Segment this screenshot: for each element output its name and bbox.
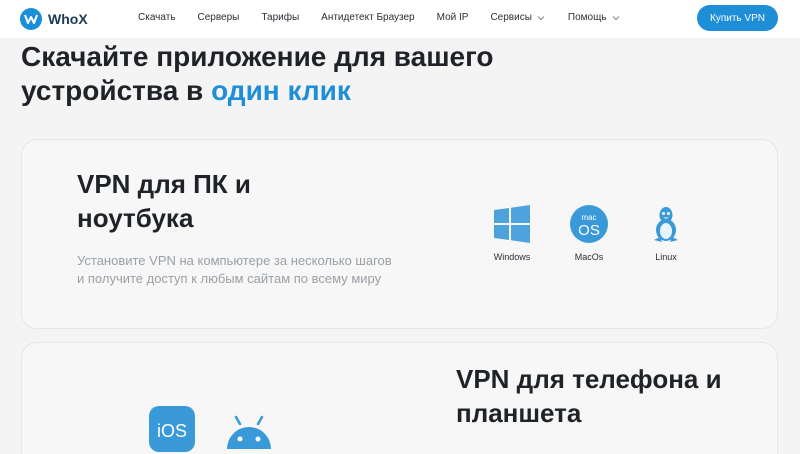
android-icon <box>227 415 271 449</box>
platform-label: Windows <box>493 252 531 262</box>
whox-logo-icon <box>20 8 42 30</box>
svg-text:OS: OS <box>578 222 600 239</box>
nav-item-services[interactable]: Сервисы <box>490 12 545 23</box>
nav-label: Тарифы <box>261 12 300 23</box>
nav-label: Скачать <box>138 12 176 23</box>
nav-item-pricing[interactable]: Тарифы <box>261 12 299 23</box>
platform-label: MacOs <box>574 252 604 262</box>
brand-logo[interactable]: WhoX <box>20 8 88 30</box>
nav-label: Сервисы <box>490 12 532 23</box>
buy-vpn-button[interactable]: Купить VPN <box>697 5 778 31</box>
nav-label: Антидетект Браузер <box>321 12 415 23</box>
nav-label: Мой IP <box>436 12 469 23</box>
svg-text:mac: mac <box>581 213 596 222</box>
mobile-vpn-card: VPN для телефона и планшета iOS <box>21 342 778 454</box>
nav-item-download[interactable]: Скачать <box>138 12 176 23</box>
chevron-down-icon <box>537 15 545 20</box>
platform-linux[interactable]: Linux <box>636 204 696 262</box>
main-menu: Скачать Серверы Тарифы Антидетект Браузе… <box>138 12 643 23</box>
nav-item-my-ip[interactable]: Мой IP <box>437 12 469 23</box>
platform-label: Linux <box>655 252 677 262</box>
pc-card-title: VPN для ПК и ноутбука <box>77 169 251 233</box>
title-accent-text: один клик <box>211 75 351 106</box>
platform-ios[interactable]: iOS <box>149 406 195 454</box>
chevron-down-icon <box>612 15 619 20</box>
windows-icon <box>494 205 530 243</box>
platform-macos[interactable]: mac OS MacOs <box>559 204 619 262</box>
nav-item-help[interactable]: Помощь <box>568 12 621 23</box>
nav-label: Помощь <box>567 12 607 23</box>
nav-item-antidetect[interactable]: Антидетект Браузер <box>321 12 414 23</box>
nav-label: Серверы <box>197 12 240 23</box>
top-navigation: WhoX Скачать Серверы Тарифы Антидетект Б… <box>0 0 800 38</box>
page-title: Скачайте приложение для вашего устройств… <box>21 40 541 108</box>
platform-windows[interactable]: Windows <box>482 204 542 262</box>
nav-item-servers[interactable]: Серверы <box>198 12 240 23</box>
macos-icon: mac OS <box>570 205 608 243</box>
pc-vpn-card: VPN для ПК и ноутбука Установите VPN на … <box>21 139 778 329</box>
pc-card-description: Установите VPN на компьютере за нескольк… <box>77 253 392 286</box>
svg-text:iOS: iOS <box>157 421 187 441</box>
mobile-card-title: VPN для телефона и планшета <box>456 364 722 428</box>
platform-android[interactable] <box>224 413 274 454</box>
linux-icon <box>654 207 678 242</box>
ios-icon: iOS <box>149 406 195 452</box>
brand-name: WhoX <box>48 11 88 27</box>
